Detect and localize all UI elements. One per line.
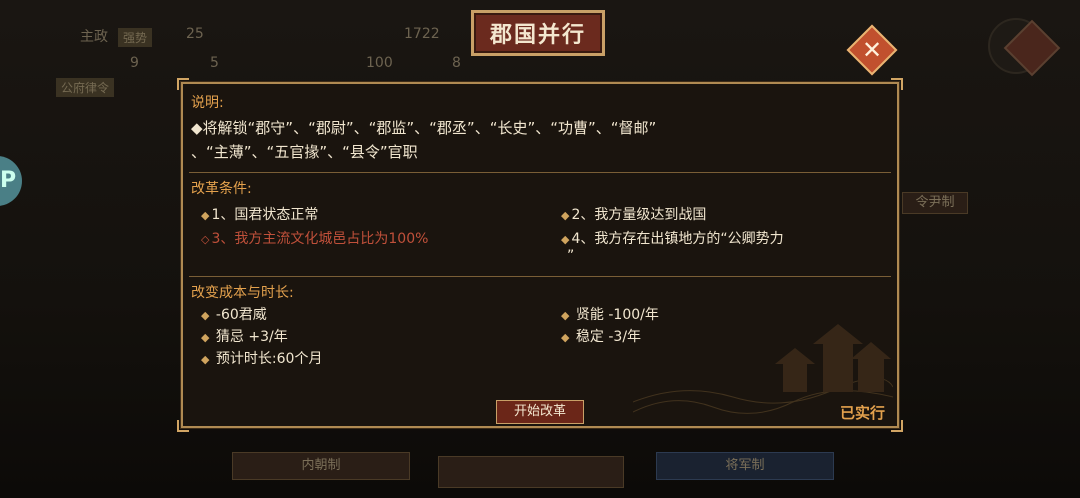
description-heading: 说明: bbox=[191, 95, 224, 111]
diamond-icon: ◆ bbox=[561, 209, 570, 222]
section-divider bbox=[189, 172, 891, 173]
section-divider bbox=[189, 276, 891, 277]
start-reform-button[interactable]: 开始改革 bbox=[496, 400, 584, 424]
cost-item: ◆ 预计时长:60个月 bbox=[201, 348, 322, 368]
condition-wrap: ” bbox=[567, 248, 575, 264]
diamond-icon: ◆ bbox=[201, 353, 210, 366]
description-section: 说明: ◆将解锁“郡守”、“郡尉”、“郡监”、“郡丞”、“长史”、“功曹”、“督… bbox=[191, 92, 889, 164]
corner-ornament bbox=[177, 78, 189, 90]
bg-stat-value: 9 bbox=[130, 55, 139, 71]
bg-stat-value: 1722 bbox=[404, 26, 440, 42]
diamond-icon: ◆ bbox=[561, 331, 570, 344]
diamond-icon: ◆ bbox=[561, 233, 570, 246]
costs-heading: 改变成本与时长: bbox=[191, 285, 294, 301]
condition-text: 1、国君状态正常 bbox=[211, 207, 319, 223]
status-implemented-label: 已实行 bbox=[839, 404, 885, 422]
cost-item: ◆ 稳定 -3/年 bbox=[561, 326, 641, 346]
description-line: ◆将解锁“郡守”、“郡尉”、“郡监”、“郡丞”、“长史”、“功曹”、“督邮” bbox=[191, 119, 657, 137]
condition-item: ◆ 2、我方量级达到战国 bbox=[561, 204, 706, 224]
bg-stat-tag: 强势 bbox=[118, 28, 153, 47]
reform-detail-panel: 说明: ◆将解锁“郡守”、“郡尉”、“郡监”、“郡丞”、“长史”、“功曹”、“督… bbox=[177, 78, 903, 432]
hollow-diamond-icon: ◇ bbox=[201, 233, 210, 246]
diamond-icon: ◆ bbox=[201, 209, 210, 222]
condition-text: 3、我方主流文化城邑占比为100% bbox=[211, 231, 429, 247]
diamond-icon: ◆ bbox=[201, 309, 210, 322]
cost-text: -60君威 bbox=[215, 307, 267, 323]
dialog-title: 郡国并行 bbox=[489, 22, 586, 48]
bg-button-left: 公府律令 bbox=[56, 78, 115, 97]
cost-item: ◆ -60君威 bbox=[201, 304, 267, 324]
corner-ornament bbox=[177, 420, 189, 432]
corner-ornament bbox=[891, 78, 903, 90]
condition-text: 4、我方存在出镇地方的“公卿势力 bbox=[571, 231, 784, 247]
description-line: 、“主薄”、“五官掾”、“县令”官职 bbox=[191, 143, 418, 161]
bg-stat-label: 主政 bbox=[80, 29, 108, 45]
bg-card-jiangjun: 将军制 bbox=[656, 452, 834, 480]
cost-text: 预计时长:60个月 bbox=[215, 351, 323, 367]
condition-item: ◆ 4、我方存在出镇地方的“公卿势力 bbox=[561, 228, 784, 248]
conditions-section: 改革条件: ◆ 1、国君状态正常 ◆ 2、我方量级达到战国 ◇ 3、我方主流文化城邑占… bbox=[191, 178, 889, 272]
dialog-title-plaque: 郡国并行 bbox=[471, 10, 605, 56]
bg-stat-value: 5 bbox=[210, 55, 219, 71]
bg-stat-value: 25 bbox=[186, 26, 204, 42]
close-icon: ✕ bbox=[861, 36, 883, 64]
bg-card-neichao: 内朝制 bbox=[232, 452, 410, 480]
condition-text: 2、我方量级达到战国 bbox=[571, 207, 707, 223]
condition-item-unmet: ◇ 3、我方主流文化城邑占比为100% bbox=[201, 228, 428, 248]
condition-item: ◆ 1、国君状态正常 bbox=[201, 204, 318, 224]
cost-text: 稳定 -3/年 bbox=[575, 329, 642, 345]
bg-card-bottom bbox=[438, 456, 624, 488]
diamond-icon: ◆ bbox=[561, 309, 570, 322]
cost-item: ◆ 猜忌 +3/年 bbox=[201, 326, 288, 346]
bg-card-lingyin: 令尹制 bbox=[902, 192, 968, 214]
diamond-icon: ◆ bbox=[201, 331, 210, 344]
bg-stat-value: 100 bbox=[366, 55, 393, 71]
cost-text: 猜忌 +3/年 bbox=[215, 329, 288, 345]
bg-stat-value: 8 bbox=[452, 55, 461, 71]
conditions-heading: 改革条件: bbox=[191, 181, 252, 197]
